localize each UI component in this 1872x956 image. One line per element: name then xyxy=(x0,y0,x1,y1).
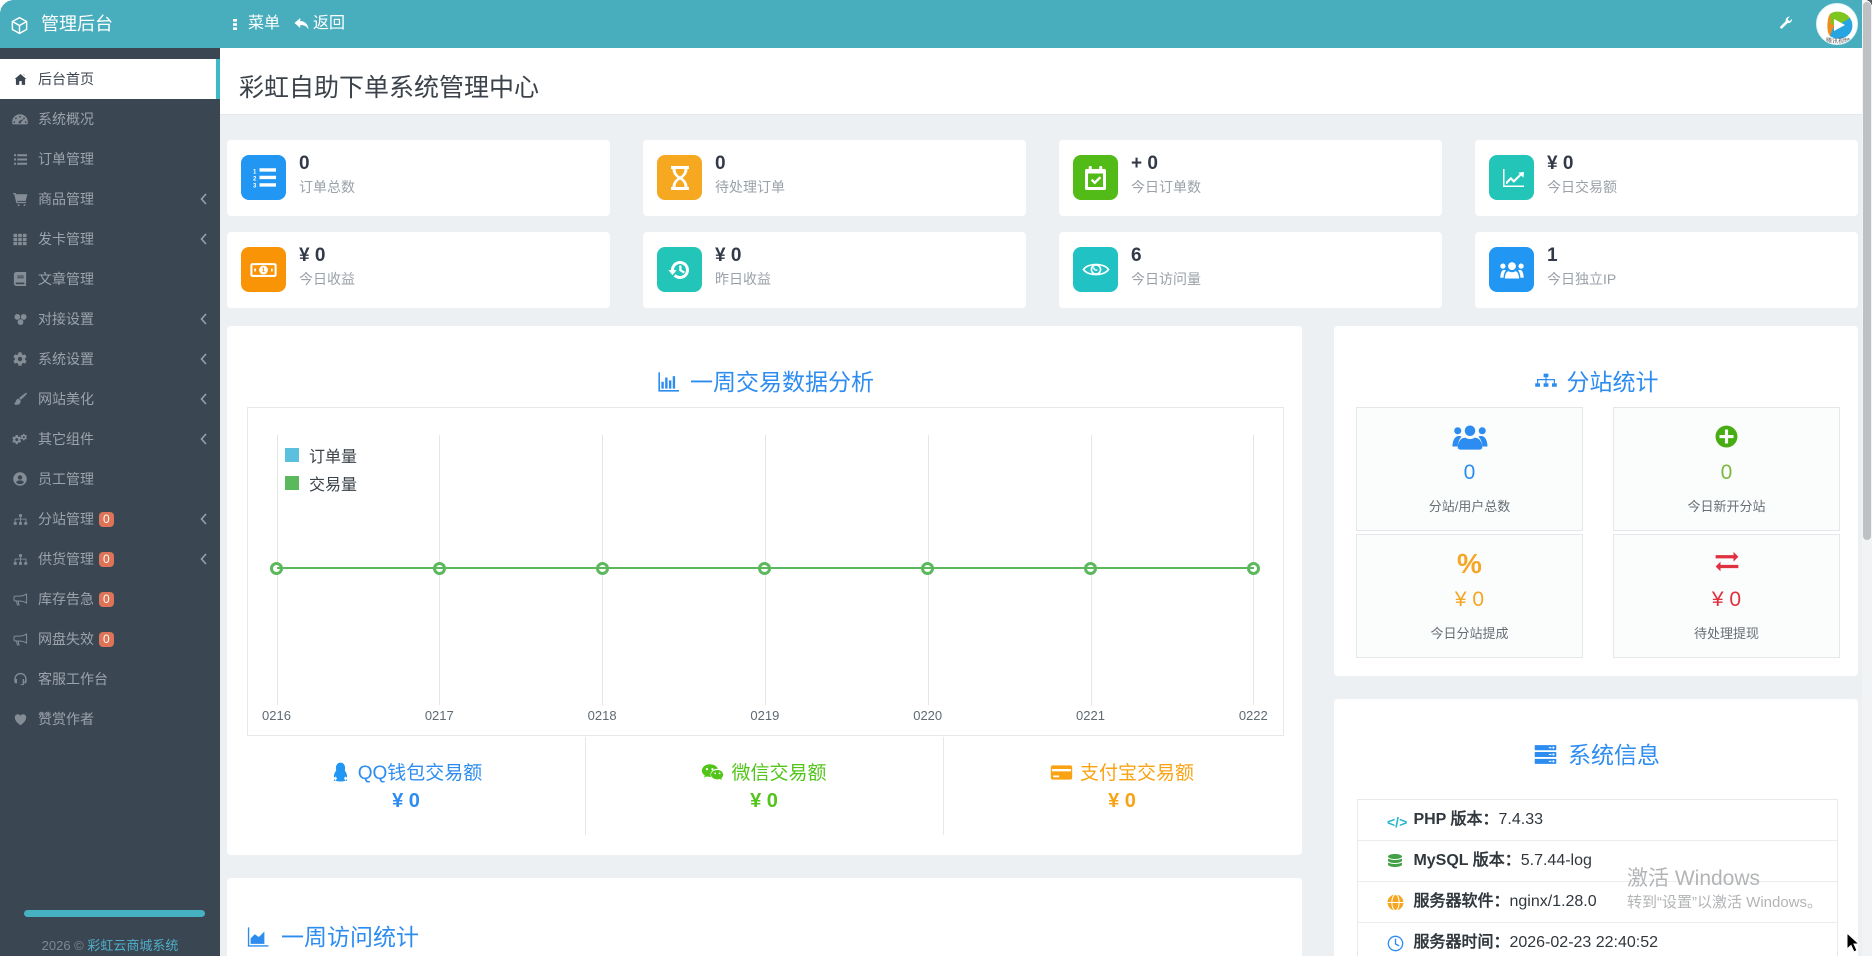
svg-text:2: 2 xyxy=(252,175,256,182)
svg-text:3: 3 xyxy=(252,182,256,189)
svg-text:腾讯视频: 腾讯视频 xyxy=(1826,37,1850,45)
svg-text:1: 1 xyxy=(252,168,256,175)
